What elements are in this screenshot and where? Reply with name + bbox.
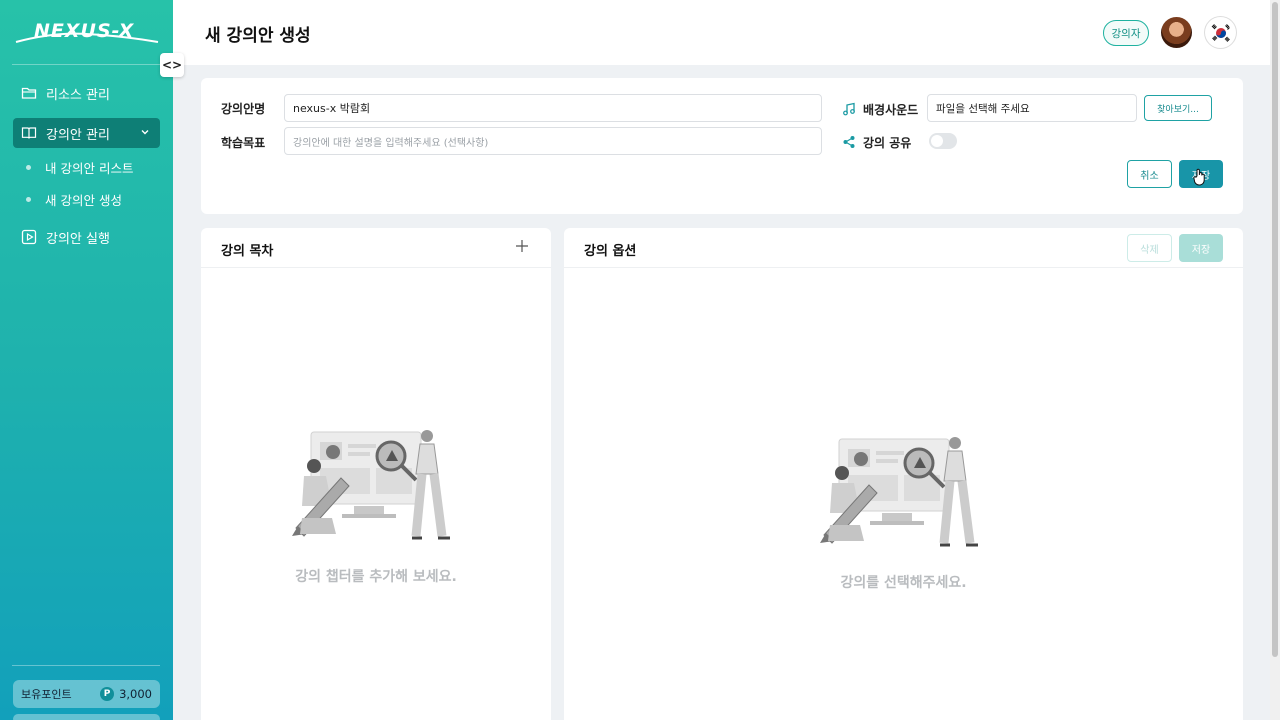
sidebar: NEXUS-X 리소스 관리 강의안 관리 내 강의안 리스트 새 강의안 생성… (0, 0, 173, 720)
hand-cursor-icon (1193, 168, 1205, 186)
sidebar-divider (12, 64, 160, 65)
cancel-button[interactable]: 취소 (1127, 160, 1172, 188)
bg-sound-label: 배경사운드 (863, 103, 919, 117)
points-label: 보유포인트 (21, 688, 72, 701)
play-icon (21, 229, 37, 245)
logo-text: NEXUS-X (34, 20, 135, 42)
sidebar-item-label: 리소스 관리 (46, 87, 110, 103)
sidebar-subitem-my-lectures[interactable]: 내 강의안 리스트 (26, 158, 133, 177)
panel-divider (564, 267, 1243, 268)
points-value: 3,000 (119, 687, 152, 701)
bullet-dot (26, 165, 31, 170)
sidebar-item-lectures[interactable]: 강의안 관리 (13, 118, 160, 148)
sidebar-item-label: 강의안 실행 (46, 231, 110, 247)
music-note-icon (842, 101, 856, 116)
share-toggle[interactable] (929, 133, 957, 149)
lecture-name-label: 강의안명 (221, 102, 266, 116)
bg-sound-file-input[interactable]: 파일을 선택해 주세요 (927, 94, 1137, 122)
browse-button[interactable]: 찾아보기... (1144, 95, 1212, 121)
logo[interactable]: NEXUS-X (14, 14, 160, 46)
empty-state-illustration (292, 430, 450, 540)
sidebar-divider (12, 665, 160, 666)
learning-goal-input[interactable]: 강의안에 대한 설명을 입력해주세요 (선택사항) (284, 127, 822, 155)
sidebar-item-run-lecture[interactable]: 강의안 실행 (13, 222, 160, 252)
folder-icon (21, 85, 37, 101)
toc-panel-title: 강의 목차 (221, 244, 274, 259)
save-option-button[interactable]: 저장 (1179, 234, 1223, 262)
book-icon (21, 125, 37, 141)
page-title: 새 강의안 생성 (205, 26, 311, 46)
delete-option-button[interactable]: 삭제 (1127, 234, 1172, 262)
chevron-down-icon (139, 126, 151, 142)
plus-icon (516, 240, 528, 252)
sidebar-subitem-label: 내 강의안 리스트 (45, 161, 134, 176)
role-badge[interactable]: 강의자 (1103, 20, 1149, 46)
options-empty-text: 강의를 선택해주세요. (840, 575, 967, 591)
sidebar-toggle-button[interactable]: <> (160, 53, 184, 77)
page-scrollbar-thumb[interactable] (1272, 2, 1278, 657)
sidebar-item-label: 강의안 관리 (46, 127, 110, 143)
sidebar-subitem-new-lecture[interactable]: 새 강의안 생성 (26, 190, 122, 209)
avatar[interactable] (1161, 17, 1192, 48)
points-display: 보유포인트 P 3,000 (13, 680, 160, 708)
header: 새 강의안 생성 강의자 (173, 0, 1270, 65)
share-label: 강의 공유 (863, 136, 912, 150)
options-panel-title: 강의 옵션 (584, 244, 637, 259)
lecture-options-panel: 강의 옵션 삭제 저장 강의를 선택해주세요. (564, 228, 1243, 720)
bullet-dot (26, 197, 31, 202)
lecture-form-card: 강의안명 nexus-x 박람회 학습목표 강의안에 대한 설명을 입력해주세요… (201, 78, 1243, 214)
lecture-name-input[interactable]: nexus-x 박람회 (284, 94, 822, 122)
points-p-icon: P (100, 687, 115, 701)
empty-state-illustration (820, 437, 978, 547)
share-icon (842, 134, 856, 148)
toc-empty-text: 강의 챕터를 추가해 보세요. (295, 569, 457, 585)
sidebar-item-resources[interactable]: 리소스 관리 (13, 78, 160, 108)
add-chapter-button[interactable] (514, 238, 530, 258)
learning-goal-label: 학습목표 (221, 136, 266, 150)
panel-divider (201, 267, 551, 268)
sidebar-subitem-label: 새 강의안 생성 (45, 193, 122, 208)
lecture-toc-panel: 강의 목차 강의 챕터를 추가해 보세요. (201, 228, 551, 720)
sidebar-bottom-button[interactable] (13, 714, 160, 720)
korea-flag-icon[interactable] (1205, 17, 1236, 48)
